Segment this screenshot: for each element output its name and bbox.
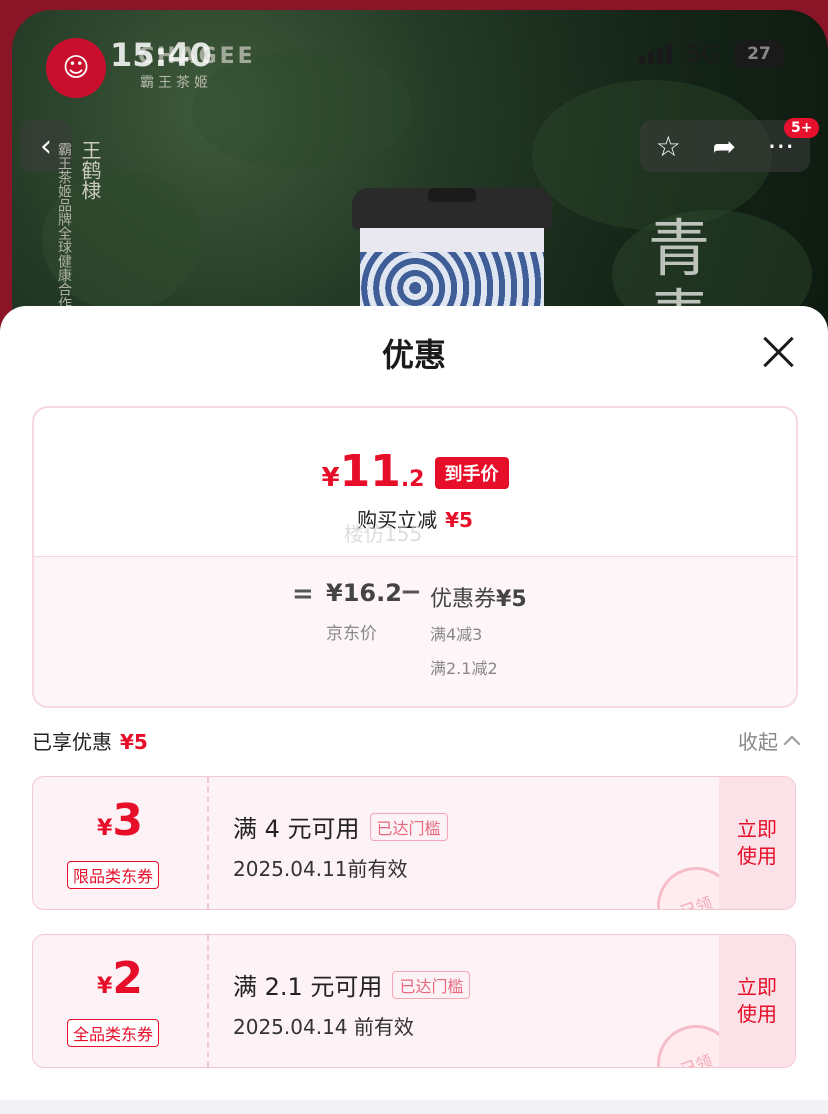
enjoyed-label: 已享优惠 [32, 730, 112, 754]
coupon-validity: 2025.04.14 前有效 [233, 1015, 414, 1039]
star-icon[interactable]: ☆ [656, 130, 681, 163]
coupon-total: 优惠券¥5 [430, 581, 527, 613]
coupon-currency: ¥ [97, 974, 113, 999]
coupon-total-label: 优惠券 [430, 587, 497, 612]
enjoyed-discount: 已享优惠 ¥5 [32, 726, 148, 755]
jd-price: ¥16.2 [326, 579, 402, 607]
coupon-condition: 满 2.1 元可用 [233, 973, 383, 1001]
coupon-card: ¥3 限品类东券 满 4 元可用 已达门槛 2025.04.11前有效 已领 立即… [32, 776, 796, 910]
coupon-type-badge: 全品类东券 [67, 1019, 160, 1047]
enjoyed-amount: ¥5 [120, 730, 148, 754]
coupon-currency: ¥ [97, 816, 113, 841]
final-price: ¥ 11 .2 到手价 [34, 446, 796, 497]
threshold-badge: 已达门槛 [392, 971, 471, 999]
instant-amount: ¥5 [445, 508, 473, 532]
price-breakdown: = ¥16.2 京东价 − 优惠券¥5 满4减3 满2.1减2 [34, 556, 796, 706]
sheet-title: 优惠 [381, 336, 446, 374]
hero-vertical-title: 王鹤棣 [78, 140, 102, 200]
status-time: 15:40 [110, 36, 212, 74]
close-icon[interactable] [760, 334, 796, 370]
final-price-tag: 到手价 [434, 457, 509, 489]
coupon-card: ¥2 全品类东券 满 2.1 元可用 已达门槛 2025.04.14 前有效 已领… [32, 934, 796, 1068]
coupon-value: ¥3 限品类东券 [33, 777, 209, 909]
bottom-bar [0, 1100, 828, 1114]
coupon-title: 满 4 元可用 已达门槛 [233, 809, 448, 844]
collapse-button[interactable]: 收起 [738, 726, 801, 755]
final-price-section: ¥ 11 .2 到手价 购买立减 ¥5 楼仿155 [34, 408, 796, 556]
brand-logo: ☺ [46, 38, 106, 98]
product-hero: ☺ CHAGEE 霸王茶姬 15:40 5G 27 ‹ 王鹤棣 霸王茶姬品牌全球… [0, 0, 828, 340]
watermark: 楼仿155 [344, 522, 423, 546]
coupon-amount: ¥3 [33, 795, 207, 846]
chevron-up-icon [783, 735, 801, 752]
chevron-left-icon: ‹ [40, 128, 52, 164]
final-price-currency: ¥ [321, 463, 340, 493]
hero-vertical-sub: 霸王茶姬品牌全球健康合作 [56, 142, 72, 310]
share-icon[interactable]: ➦ [712, 130, 735, 163]
coupon-validity: 2025.04.11前有效 [233, 857, 408, 881]
brand-sub: 霸王茶姬 [140, 75, 212, 91]
coupon-rule: 满4减3 [430, 625, 483, 644]
use-now-button[interactable]: 立即使用 [719, 777, 795, 909]
coupon-condition: 满 4 元可用 [233, 815, 360, 843]
network-label: 5G [686, 40, 720, 68]
message-badge: 5+ [784, 118, 820, 138]
battery-icon: 27 [734, 41, 784, 67]
jd-price-label: 京东价 [326, 624, 377, 644]
use-now-button[interactable]: 立即使用 [719, 935, 795, 1067]
coupon-amount: ¥2 [33, 953, 207, 1004]
coupon-amount-number: 2 [112, 953, 143, 1004]
signal-icon [639, 44, 673, 64]
use-now-label: 立即使用 [737, 975, 777, 1026]
final-price-integer: 11 [339, 446, 401, 497]
coupon-value: ¥2 全品类东券 [33, 935, 209, 1067]
final-price-decimal: .2 [400, 467, 425, 492]
coupon-title: 满 2.1 元可用 已达门槛 [233, 967, 471, 1002]
discount-sheet: 优惠 ¥ 11 .2 到手价 购买立减 ¥5 楼仿155 = ¥16.2 京东价 … [0, 306, 828, 1114]
threshold-badge: 已达门槛 [369, 813, 448, 841]
price-summary-card: ¥ 11 .2 到手价 购买立减 ¥5 楼仿155 = ¥16.2 京东价 − 优… [32, 406, 798, 708]
coupon-amount-number: 3 [112, 795, 143, 846]
equals-sign: = [292, 579, 314, 609]
status-indicators: 5G 27 [639, 40, 784, 68]
coupon-rule: 满2.1减2 [430, 659, 498, 678]
use-now-label: 立即使用 [737, 817, 777, 868]
coupon-total-amount: ¥5 [496, 587, 527, 612]
minus-sign: − [400, 577, 422, 607]
collapse-label: 收起 [738, 730, 778, 754]
coupon-type-badge: 限品类东券 [67, 861, 160, 889]
